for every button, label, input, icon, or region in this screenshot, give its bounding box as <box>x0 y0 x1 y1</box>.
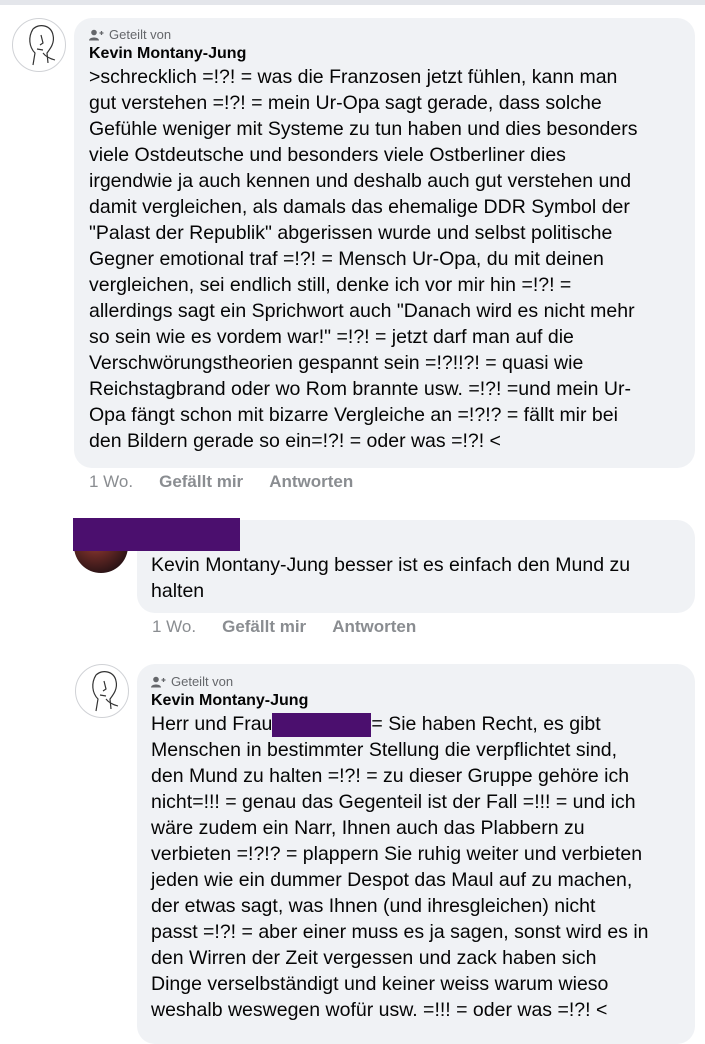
shared-by-label: Geteilt von <box>89 26 681 44</box>
person-share-icon <box>89 29 104 41</box>
reply-first-line: Herr und Frau = Sie haben Recht, es gibt <box>151 711 681 737</box>
reply-text: Menschen in bestimmter Stellung die verp… <box>151 739 649 1021</box>
reply-button[interactable]: Antworten <box>269 470 353 494</box>
avatar[interactable] <box>75 664 129 718</box>
reply-first-line-suffix: = Sie haben Recht, es gibt <box>371 713 601 735</box>
shared-by-text: Geteilt von <box>171 674 234 689</box>
comment-line: den Bildern gerade so ein=!?! = oder was… <box>89 430 501 452</box>
comment-line: >schrecklich =!?! = was die Franzosen je… <box>89 66 618 88</box>
comment-author[interactable]: Kevin Montany-Jung <box>151 691 681 711</box>
reply-timestamp[interactable]: 1 Wo. <box>152 615 196 639</box>
comment-line: allerdings sagt ein Sprichwort auch "Dan… <box>89 300 635 322</box>
sketch-face-icon <box>92 671 119 712</box>
redacted-name-block <box>73 518 240 551</box>
redacted-name-block <box>272 712 372 737</box>
comment-line: "Palast der Republik" abgerissen wurde u… <box>89 222 613 244</box>
reply-actions: 1 Wo. Gefällt mir Antworten <box>152 615 416 639</box>
sketch-face-icon <box>29 25 56 66</box>
like-button[interactable]: Gefällt mir <box>159 470 243 494</box>
person-share-icon <box>151 676 166 688</box>
comment-line: Reichstagbrand oder wo Rom brannte usw. … <box>89 378 631 400</box>
comment-actions: 1 Wo. Gefällt mir Antworten <box>89 470 353 494</box>
like-button[interactable]: Gefällt mir <box>222 615 306 639</box>
comment-line: Gefühle weniger mit Systeme zu tun haben… <box>89 118 638 140</box>
shared-by-label: Geteilt von <box>151 673 681 691</box>
comment-line: gut verstehen =!?! = mein Ur-Opa sagt ge… <box>89 92 602 114</box>
comment-bubble: Geteilt von Kevin Montany-Jung >schreckl… <box>74 18 695 468</box>
comment-line: Opa fängt schon mit bizarre Vergleiche a… <box>89 404 618 426</box>
comment-author[interactable]: Kevin Montany-Jung <box>89 44 681 64</box>
comment-line: so sein wie es vordem war!" =!?! = jetzt… <box>89 326 574 348</box>
reply-button[interactable]: Antworten <box>332 615 416 639</box>
comment-text: >schrecklich =!?! = was die Franzosen je… <box>89 64 681 454</box>
reply-text: Kevin Montany-Jung besser ist es einfach… <box>151 554 631 602</box>
shared-by-text: Geteilt von <box>109 27 172 42</box>
comment-line: Verschwörungstheorien gespannt sein =!?!… <box>89 352 584 374</box>
comment-timestamp[interactable]: 1 Wo. <box>89 470 133 494</box>
comment-line: vergleichen, sei endlich still, denke ic… <box>89 274 572 296</box>
comment-line: Gegner emotional traf =!?! = Mensch Ur-O… <box>89 248 604 270</box>
comment-line: irgendwie ja auch kennen und deshalb auc… <box>89 170 632 192</box>
avatar[interactable] <box>12 18 66 72</box>
top-divider <box>0 0 705 5</box>
comment-line: viele Ostdeutsche und besonders viele Os… <box>89 144 566 166</box>
reply-bubble: Geteilt von Kevin Montany-Jung Herr und … <box>137 664 695 1044</box>
reply-first-line-prefix: Herr und Frau <box>151 713 273 735</box>
comment-line: damit vergleichen, als damals das ehemal… <box>89 196 630 218</box>
